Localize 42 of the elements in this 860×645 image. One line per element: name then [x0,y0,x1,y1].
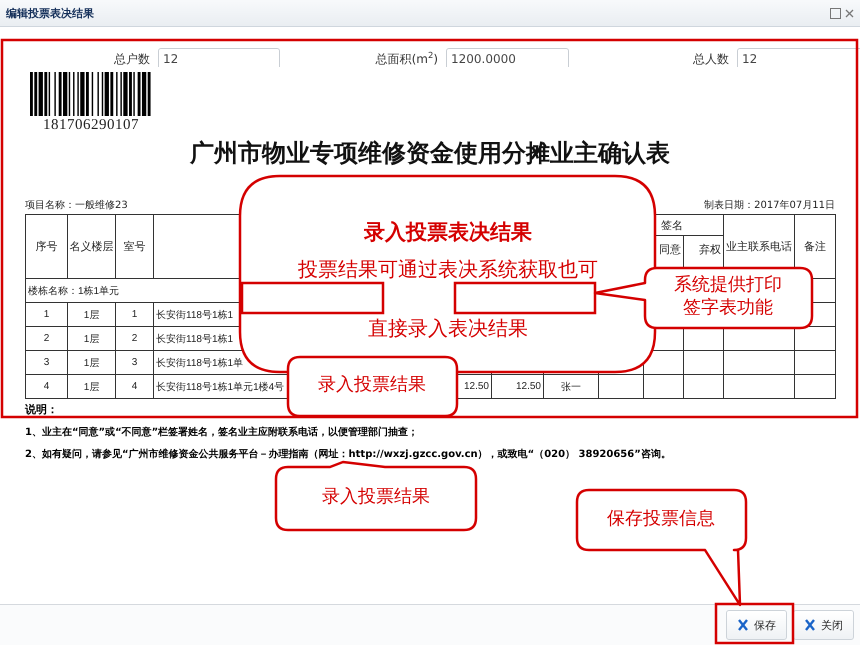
table-header: 序号 [26,214,68,278]
callout-text: 录入投票结果 [322,485,430,508]
close-icon[interactable] [845,8,854,18]
project-name: 项目名称：一般维修23 [25,200,128,212]
table-cell: 4 [116,374,154,398]
x-icon [804,619,816,631]
table-cell: 张一 [544,374,598,398]
table-cell: 12.50 [492,374,544,398]
table-cell: 1 [116,302,154,326]
field-label: 总人数 [692,51,729,68]
table-cell: 2 [116,326,154,350]
document-heading: 广州市物业专项维修资金使用分摊业主确认表 [188,140,671,168]
table-cell: 1层 [68,350,116,374]
table-cell: 3 [26,350,68,374]
callout-text: 保存投票信息 [607,507,715,530]
window-title: 编辑投票表决结果 [6,6,94,20]
barcode-number: 181706290107 [43,116,139,134]
table-cell: 2 [26,326,68,350]
table-cell: 1层 [68,302,116,326]
table-header: 名义楼层 [68,214,116,278]
table-header: 室号 [116,214,154,278]
maximize-icon[interactable] [830,8,841,18]
dialog-button[interactable]: 关闭 [793,610,854,640]
note-text: 2、如有疑问，请参见“广州市维修资金公共服务平台－办理指南（网址：http://wxzj.gzcc.gov.cn），或致电“（020） 38920656”咨询。 [25,447,672,461]
field-label: 总面积(m$^{2}$) [374,49,438,68]
notes-title: 说明： [25,402,59,417]
table-cell: 1层 [68,326,116,350]
callout-text: 直接录入表决结果 [368,317,528,342]
table-cell: 4 [26,374,68,398]
table-cell: 1层 [68,374,116,398]
dialog-button[interactable]: 保存 [726,610,787,640]
callout-title: 录入投票表决结果 [364,219,532,246]
note-text: 1、业主在“同意”或“不同意”栏签署姓名，签名业主应附联系电话，以便管理部门抽查； [25,425,420,439]
field-label: 总户数 [113,51,150,68]
barcode-icon [30,72,152,116]
input-field[interactable]: 1200.0000 [446,48,569,67]
table-cell: 1 [26,302,68,326]
x-icon [737,619,749,631]
input-field[interactable]: 12 [158,48,280,67]
table-cell: 3 [116,350,154,374]
input-field[interactable]: 12 [737,48,860,67]
table-date: 制表日期：2017年07月11日 [704,200,835,212]
